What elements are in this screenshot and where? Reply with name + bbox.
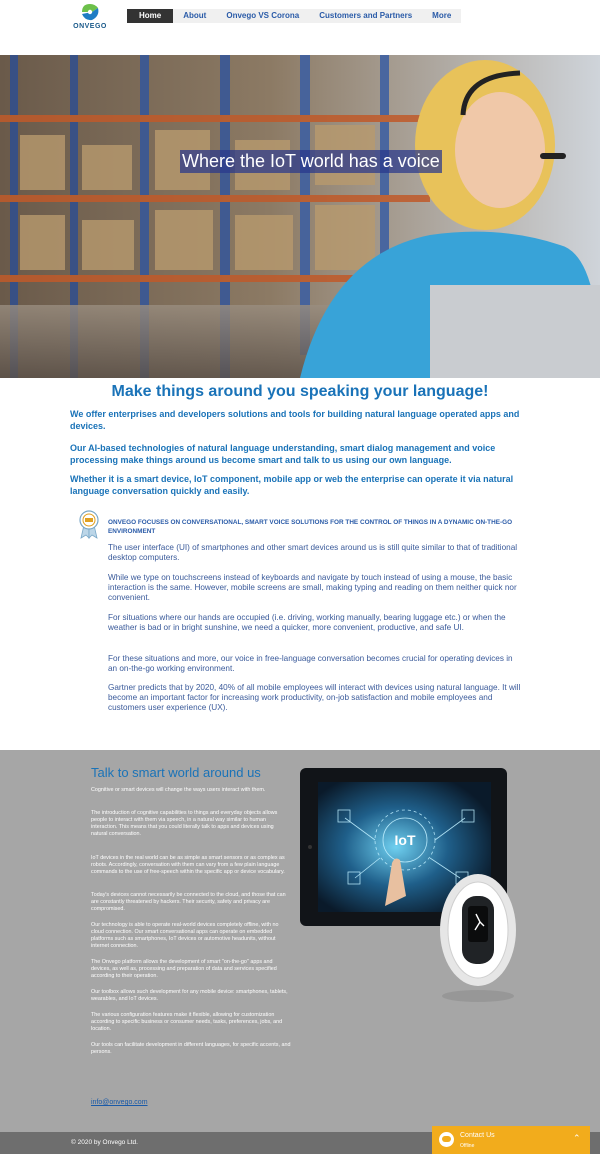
hero-banner: Where the IoT world has a voice xyxy=(0,55,600,378)
intro-headline: Make things around you speaking your lan… xyxy=(111,383,489,400)
talk-paragraph-5: Our technology is able to operate real-w… xyxy=(91,922,279,949)
intro-paragraph-2: Our AI-based technologies of natural lan… xyxy=(70,443,496,465)
nav-item-about[interactable]: About xyxy=(173,9,216,23)
contact-us-chat-widget[interactable]: Contact Us Offline ⌃ xyxy=(432,1126,590,1154)
nav-item-more[interactable]: More xyxy=(422,9,461,23)
talk-title: Talk to smart world around us xyxy=(91,765,261,780)
focus-paragraph-4: For these situations and more, our voice… xyxy=(108,654,513,673)
brand-logo[interactable]: ONVEGO xyxy=(70,2,110,34)
copyright-text: © 2020 by Onvego Ltd. xyxy=(71,1139,138,1146)
focus-heading: ONVEGO FOCUSES ON CONVERSATIONAL, SMART … xyxy=(108,519,513,535)
chat-bubble-icon xyxy=(439,1132,454,1147)
chat-title: Contact Us xyxy=(460,1132,495,1139)
nav-item-onvego-vs-corona[interactable]: Onvego VS Corona xyxy=(216,9,309,23)
focus-paragraph-5: Gartner predicts that by 2020, 40% of al… xyxy=(108,683,521,712)
talk-paragraph-6: The Onvego platform allows the developme… xyxy=(91,959,277,979)
focus-paragraph-3: For situations where our hands are occup… xyxy=(108,613,506,632)
talk-paragraph-2: The introduction of cognitive capabiliti… xyxy=(91,810,278,837)
chevron-up-icon[interactable]: ⌃ xyxy=(573,1133,581,1144)
award-ribbon-icon xyxy=(78,509,100,544)
site-header: ONVEGO Home About Onvego VS Corona Custo… xyxy=(0,0,600,55)
iot-label: IoT xyxy=(395,832,416,848)
talk-paragraph-1: Cognitive or smart devices will change t… xyxy=(91,787,266,793)
intro-paragraph-3: Whether it is a smart device, IoT compon… xyxy=(70,474,514,496)
intro-paragraph-1: We offer enterprises and developers solu… xyxy=(70,409,520,431)
talk-paragraph-3: IoT devices in the real world can be as … xyxy=(91,855,285,875)
hero-warehouse-image xyxy=(0,55,600,378)
talk-paragraph-8: The various configuration features make … xyxy=(91,1012,283,1032)
hero-title: Where the IoT world has a voice xyxy=(180,150,442,173)
talk-paragraph-7: Our toolbox allows such development for … xyxy=(91,989,288,1002)
logo-mark-icon xyxy=(82,4,99,21)
brand-name: ONVEGO xyxy=(73,23,107,30)
chat-status: Offline xyxy=(460,1143,475,1149)
focus-paragraph-2: While we type on touchscreens instead of… xyxy=(108,573,517,602)
focus-paragraph-1: The user interface (UI) of smartphones a… xyxy=(108,543,518,562)
talk-paragraph-4: Today's devices cannot necessarily be co… xyxy=(91,892,286,912)
main-nav: Home About Onvego VS Corona Customers an… xyxy=(127,9,462,23)
contact-email-link[interactable]: info@onvego.com xyxy=(91,1099,148,1106)
talk-paragraph-9: Our tools can facilitate development in … xyxy=(91,1042,291,1055)
nav-item-customers-partners[interactable]: Customers and Partners xyxy=(309,9,422,23)
nav-item-home[interactable]: Home xyxy=(127,9,174,23)
iot-tablet-image: IoT xyxy=(300,768,525,1013)
